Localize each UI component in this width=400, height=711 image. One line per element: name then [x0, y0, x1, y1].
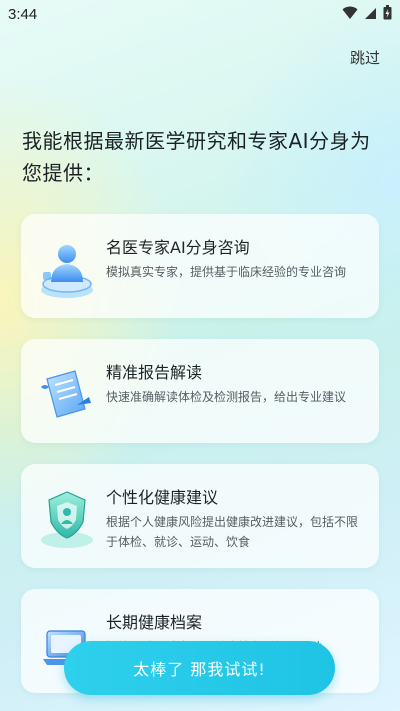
try-it-button[interactable]: 太棒了 那我试试!: [64, 641, 335, 695]
skip-button[interactable]: 跳过: [350, 47, 380, 68]
health-shield-icon: [37, 482, 97, 552]
feature-description: 快速准确解读体检及检测报告，给出专业建议: [106, 390, 347, 404]
signal-icon: [364, 5, 377, 24]
feature-card-expert-consult: 名医专家AI分身咨询 模拟真实专家，提供基于临床经验的专业咨询: [21, 214, 379, 318]
feature-title: 精准报告解读: [106, 363, 203, 382]
status-bar: 3:44: [0, 0, 400, 28]
doctor-avatar-icon: [37, 232, 97, 302]
feature-description: 根据个人健康风险提出健康改进建议，包括不限于体检、就诊、运动、饮食: [106, 515, 359, 549]
feature-title: 个性化健康建议: [106, 488, 219, 507]
intro-headline: 我能根据最新医学研究和专家AI分身为您提供：: [22, 129, 371, 185]
wifi-icon: [342, 5, 358, 24]
status-icons: [342, 4, 392, 24]
feature-card-health-advice: 个性化健康建议 根据个人健康风险提出健康改进建议，包括不限于体检、就诊、运动、饮…: [21, 464, 379, 568]
report-document-icon: [37, 357, 97, 427]
feature-title: 长期健康档案: [106, 613, 203, 632]
feature-title: 名医专家AI分身咨询: [106, 238, 250, 257]
feature-card-report-reading: 精准报告解读 快速准确解读体检及检测报告，给出专业建议: [21, 339, 379, 443]
feature-description: 模拟真实专家，提供基于临床经验的专业咨询: [106, 265, 347, 279]
battery-icon: [383, 4, 392, 24]
status-time: 3:44: [8, 5, 38, 23]
